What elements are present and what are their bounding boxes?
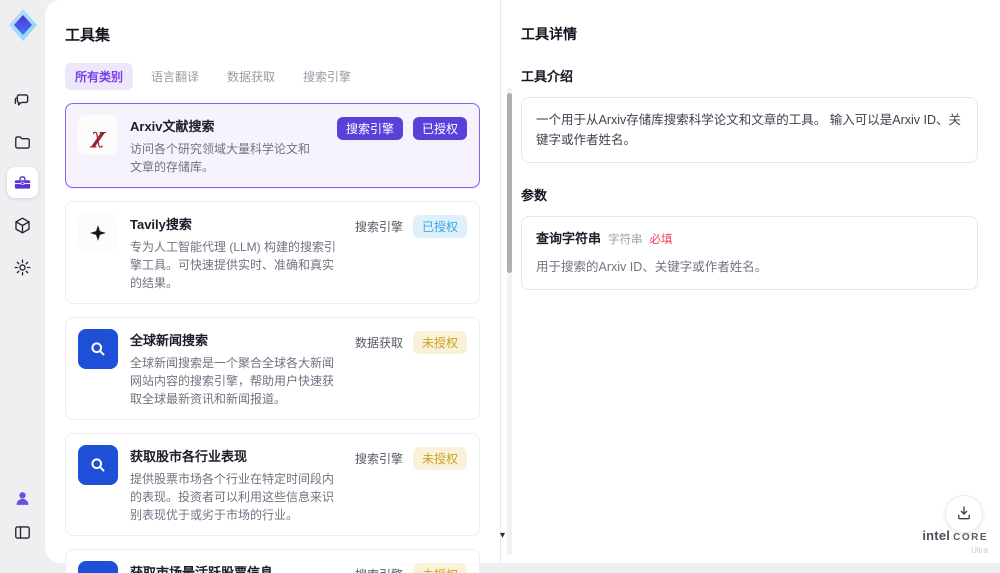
tool-card-meta: 搜索引擎 已授权: [336, 117, 467, 140]
app-logo[interactable]: [8, 8, 38, 42]
toolbox-icon: [13, 173, 32, 192]
search-app-icon: [78, 329, 118, 369]
sidebar: [0, 0, 45, 563]
tavily-star-icon: [78, 213, 118, 253]
category-label: 搜索引擎: [354, 452, 403, 466]
tab-0[interactable]: 所有类别: [65, 63, 134, 90]
category-tabs: 所有类别 语言翻译 数据获取 搜索引擎: [65, 63, 500, 90]
tool-card[interactable]: Tavily搜索专为人工智能代理 (LLM) 构建的搜索引擎工具。可快速提供实时…: [65, 201, 480, 304]
chat-icon: [13, 91, 32, 110]
tool-card[interactable]: 获取股市各行业表现提供股票市场各个行业在特定时间段内的表现。投资者可以利用这些信…: [65, 433, 480, 536]
detail-pane-title: 工具详情: [521, 26, 577, 42]
tool-card-meta: 搜索引擎 已授权: [355, 215, 467, 238]
param-required-flag: 必填: [649, 234, 673, 246]
tool-name: Tavily搜索: [130, 217, 192, 232]
status-badge: 未授权: [412, 331, 467, 354]
tavily-star: [90, 225, 106, 241]
folder-icon: [13, 133, 32, 152]
arxiv-icon: χ: [78, 115, 118, 155]
tab-3[interactable]: 搜索引擎: [293, 63, 361, 90]
tool-name: 全球新闻搜索: [130, 333, 209, 348]
tool-description: 访问各个研究领域大量科学论文和文章的存储库。: [130, 142, 311, 174]
user-icon: [13, 489, 32, 508]
search-app-icon: [78, 445, 118, 485]
intro-heading: 工具介绍: [521, 69, 574, 84]
tool-card[interactable]: χ Arxiv文献搜索 访问各个研究领域大量科学论文和文章的存储库。 搜索引擎 已授权: [65, 103, 480, 188]
list-scrollbar[interactable]: [507, 88, 512, 555]
param-header: 查询字符串 字符串 必填: [536, 229, 963, 250]
category-label: 搜索引擎: [354, 220, 403, 234]
intel-core-logo: intel CORE Ultra: [922, 527, 988, 555]
tool-card[interactable]: 获取市场最活跃股票信息提供当天交易量最高的股票列表。投资者可以利用这些信息来识别…: [65, 549, 480, 573]
sidebar-item-toolbox[interactable]: [7, 167, 38, 198]
tool-card-list: χ Arxiv文献搜索 访问各个研究领域大量科学论文和文章的存储库。 搜索引擎 已授权 T…: [65, 103, 480, 573]
tool-intro-text: 一个用于从Arxiv存储库搜索科学论文和文章的工具。 输入可以是Arxiv ID…: [521, 97, 978, 163]
tool-card-body: 全球新闻搜索全球新闻搜索是一个聚合全球各大新闻网站内容的搜索引擎，帮助用户快速获…: [130, 329, 343, 408]
main-surface: 工具集 所有类别 语言翻译 数据获取 搜索引擎 χ Arxiv文献搜索 访问各个研究领域大…: [45, 0, 1000, 573]
tool-description: 专为人工智能代理 (LLM) 构建的搜索引擎工具。可快速提供实时、准确和真实的结…: [130, 240, 337, 290]
sidebar-item-settings[interactable]: [7, 252, 38, 283]
tool-card-body: Tavily搜索专为人工智能代理 (LLM) 构建的搜索引擎工具。可快速提供实时…: [130, 213, 343, 292]
tab-1[interactable]: 语言翻译: [141, 63, 209, 90]
tool-card-meta: 搜索引擎未授权: [355, 447, 467, 470]
params-heading: 参数: [521, 188, 548, 203]
tool-detail-pane: 工具详情 工具介绍 一个用于从Arxiv存储库搜索科学论文和文章的工具。 输入可…: [521, 0, 978, 563]
arxiv-chi-glyph: χ: [91, 122, 105, 148]
gear-icon: [13, 258, 32, 277]
cube-icon: [13, 216, 32, 235]
param-description: 用于搜索的Arxiv ID、关键字或作者姓名。: [536, 259, 768, 274]
page-title: 工具集: [65, 27, 111, 44]
category-label: 搜索引擎: [355, 566, 403, 573]
status-badge: 未授权: [412, 447, 467, 470]
app-window: 工具集 所有类别 语言翻译 数据获取 搜索引擎 χ Arxiv文献搜索 访问各个研究领域大…: [0, 0, 1000, 573]
sidebar-item-panel-toggle[interactable]: [7, 517, 38, 548]
ultra-wordmark: Ultra: [971, 546, 988, 555]
tool-description: 提供股票市场各个行业在特定时间段内的表现。投资者可以利用这些信息来识别表现优于或…: [130, 472, 335, 522]
tool-list-pane: 工具集 所有类别 语言翻译 数据获取 搜索引擎 χ Arxiv文献搜索 访问各个研究领域大…: [65, 0, 500, 573]
status-badge: 已授权: [412, 117, 467, 140]
tab-2[interactable]: 数据获取: [217, 63, 285, 90]
status-badge: 未授权: [412, 563, 467, 573]
param-name: 查询字符串: [536, 231, 602, 246]
tool-name: Arxiv文献搜索: [130, 119, 215, 134]
category-badge: 搜索引擎: [336, 117, 403, 140]
param-type: 字符串: [608, 234, 643, 246]
tool-name: 获取市场最活跃股票信息: [130, 565, 274, 573]
panel-toggle-icon: [13, 523, 32, 542]
sidebar-item-folder[interactable]: [7, 127, 38, 158]
download-icon: [955, 504, 973, 525]
param-card: 查询字符串 字符串 必填 用于搜索的Arxiv ID、关键字或作者姓名。: [521, 216, 978, 290]
tool-card-meta: 搜索引擎 未授权: [355, 563, 467, 573]
intel-wordmark: intel: [922, 528, 951, 543]
sidebar-item-user[interactable]: [7, 483, 38, 514]
scroll-down-caret-icon: ▾: [500, 530, 506, 541]
sidebar-item-chat[interactable]: [7, 85, 38, 116]
sidebar-item-cube[interactable]: [7, 210, 38, 241]
status-badge: 已授权: [412, 215, 467, 238]
tool-description: 全球新闻搜索是一个聚合全球各大新闻网站内容的搜索引擎，帮助用户快速获取全球最新资…: [130, 356, 335, 406]
pane-divider: [500, 0, 501, 563]
scrollbar-thumb[interactable]: [507, 93, 512, 273]
category-label: 数据获取: [354, 336, 403, 350]
tool-card-body: Arxiv文献搜索访问各个研究领域大量科学论文和文章的存储库。: [130, 115, 325, 176]
tool-card-meta: 数据获取 未授权: [355, 331, 467, 354]
tool-card[interactable]: 全球新闻搜索全球新闻搜索是一个聚合全球各大新闻网站内容的搜索引擎，帮助用户快速获…: [65, 317, 480, 420]
tool-name: 获取股市各行业表现: [130, 449, 248, 464]
tool-card-body: 获取股市各行业表现提供股票市场各个行业在特定时间段内的表现。投资者可以利用这些信…: [130, 445, 343, 524]
core-wordmark: CORE: [953, 532, 988, 543]
